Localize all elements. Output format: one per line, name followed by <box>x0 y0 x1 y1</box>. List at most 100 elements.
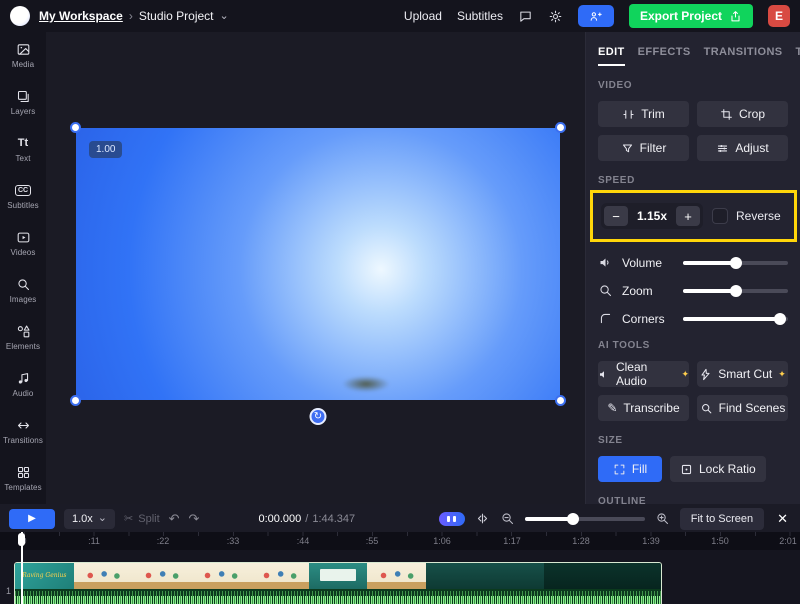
volume-icon <box>598 255 613 270</box>
sidebar-item-transitions[interactable]: Transitions <box>0 408 46 455</box>
timeline-markers-toggle-icon[interactable] <box>439 512 465 526</box>
playhead-handle[interactable] <box>18 533 25 546</box>
editor-canvas[interactable]: 1.00 ↻ <box>46 32 585 504</box>
filter-button[interactable]: Filter <box>598 135 689 161</box>
breadcrumb-separator-icon: › <box>129 9 133 23</box>
edit-panel: EDIT EFFECTS TRANSITIONS TIMING VIDEO Tr… <box>585 32 800 504</box>
app-logo[interactable] <box>10 6 30 26</box>
workspace-link[interactable]: My Workspace <box>39 9 123 23</box>
resize-handle-bottom-right[interactable] <box>555 395 566 406</box>
speed-decrease-button[interactable]: − <box>604 206 628 226</box>
volume-row: Volume <box>598 255 788 270</box>
volume-slider-knob[interactable] <box>730 257 742 269</box>
tab-edit[interactable]: EDIT <box>598 46 625 66</box>
sparkle-icon: ✦ <box>778 369 786 380</box>
timeline-zoom-slider[interactable] <box>525 517 645 521</box>
sidebar-item-subtitles[interactable]: CC Subtitles <box>0 173 46 220</box>
rotate-handle[interactable]: ↻ <box>310 408 327 425</box>
sidebar-item-layers[interactable]: Layers <box>0 79 46 126</box>
ruler-tick: :44 <box>297 536 310 546</box>
find-scenes-button[interactable]: Find Scenes <box>697 395 788 421</box>
subtitles-button[interactable]: Subtitles <box>457 9 503 23</box>
playback-speed-dropdown[interactable]: 1.0x ⌄ <box>64 509 115 529</box>
clip-thumbnail <box>367 563 426 589</box>
clip-handles-icon[interactable] <box>475 511 490 526</box>
corners-slider-knob[interactable] <box>774 313 786 325</box>
clean-audio-button[interactable]: Clean Audio ✦ <box>598 361 689 387</box>
fill-button[interactable]: Fill <box>598 456 662 482</box>
timeline-zoom-in-icon[interactable] <box>655 511 670 526</box>
section-ai-tools: AI TOOLS <box>598 340 788 351</box>
share-icon <box>729 10 742 23</box>
redo-button[interactable]: ↷ <box>189 511 200 527</box>
corners-slider[interactable] <box>683 317 788 321</box>
trim-button[interactable]: Trim <box>598 101 689 127</box>
zoom-slider-knob[interactable] <box>730 285 742 297</box>
crop-button[interactable]: Crop <box>697 101 788 127</box>
timeline: 0 :11 :22 :33 :44 :55 1:06 1:17 1:28 1:3… <box>0 532 800 604</box>
transcribe-button[interactable]: ✎ Transcribe <box>598 395 689 421</box>
corners-icon <box>598 311 613 326</box>
timeline-zoom-knob[interactable] <box>567 513 579 525</box>
find-scenes-icon <box>700 402 713 415</box>
image-search-icon <box>16 277 31 292</box>
smart-cut-button[interactable]: Smart Cut ✦ <box>697 361 788 387</box>
fit-to-screen-button[interactable]: Fit to Screen <box>680 508 764 530</box>
corners-row: Corners <box>598 311 788 326</box>
play-button[interactable]: ▶ <box>9 509 55 529</box>
left-sidebar: Media Layers Tt Text CC Subtitles Videos <box>0 32 46 504</box>
video-layer[interactable]: 1.00 ↻ <box>76 128 560 400</box>
video-clip[interactable]: Raving Genius <box>14 562 662 604</box>
clip-thumbnail <box>250 563 309 589</box>
tab-transitions[interactable]: TRANSITIONS <box>704 46 783 66</box>
section-speed: SPEED <box>598 175 788 186</box>
tab-effects[interactable]: EFFECTS <box>638 46 691 66</box>
top-bar: My Workspace › Studio Project ⌄ Upload S… <box>0 0 800 32</box>
sidebar-item-text[interactable]: Tt Text <box>0 126 46 173</box>
ruler-tick: :22 <box>157 536 170 546</box>
section-size: SIZE <box>598 435 788 446</box>
sidebar-item-videos[interactable]: Videos <box>0 220 46 267</box>
volume-slider[interactable] <box>683 261 788 265</box>
chevron-down-icon[interactable]: ⌄ <box>220 11 229 22</box>
clip-thumbnail <box>132 563 191 589</box>
close-icon[interactable]: ✕ <box>774 511 791 527</box>
zoom-slider[interactable] <box>683 289 788 293</box>
scissors-icon: ✂ <box>124 512 133 525</box>
lock-ratio-icon <box>680 463 693 476</box>
lock-ratio-button[interactable]: Lock Ratio <box>670 456 766 482</box>
invite-collaborators-button[interactable] <box>578 5 614 27</box>
clip-thumbnail <box>426 563 485 589</box>
upload-button[interactable]: Upload <box>404 9 442 23</box>
user-avatar[interactable]: E <box>768 5 790 27</box>
adjust-button[interactable]: Adjust <box>697 135 788 161</box>
comments-icon[interactable] <box>518 9 533 24</box>
audio-note-icon <box>16 371 31 386</box>
timeline-zoom-out-icon[interactable] <box>500 511 515 526</box>
clip-thumbnail <box>309 563 368 589</box>
ruler-tick: :11 <box>88 536 100 546</box>
sidebar-item-images[interactable]: Images <box>0 267 46 314</box>
tab-timing[interactable]: TIMING <box>796 46 800 66</box>
speed-stepper: − 1.15x + <box>601 203 703 229</box>
sidebar-item-audio[interactable]: Audio <box>0 361 46 408</box>
trim-icon <box>622 108 635 121</box>
undo-button[interactable]: ↶ <box>169 511 180 527</box>
sidebar-item-templates[interactable]: Templates <box>0 455 46 502</box>
settings-gear-icon[interactable] <box>548 9 563 24</box>
resize-handle-top-left[interactable] <box>70 122 81 133</box>
resize-handle-top-right[interactable] <box>555 122 566 133</box>
sidebar-item-media[interactable]: Media <box>0 32 46 79</box>
reverse-checkbox[interactable] <box>712 208 728 224</box>
speed-highlight-box: − 1.15x + Reverse <box>590 190 797 242</box>
sidebar-item-more[interactable] <box>0 502 46 504</box>
zoom-icon <box>598 283 613 298</box>
video-content-detail <box>342 376 390 392</box>
split-button[interactable]: ✂ Split <box>124 512 160 525</box>
resize-handle-bottom-left[interactable] <box>70 395 81 406</box>
timeline-ruler[interactable]: 0 :11 :22 :33 :44 :55 1:06 1:17 1:28 1:3… <box>0 532 800 550</box>
chevron-down-icon: ⌄ <box>98 513 107 524</box>
export-project-button[interactable]: Export Project <box>629 4 753 28</box>
speed-increase-button[interactable]: + <box>676 206 700 226</box>
sidebar-item-elements[interactable]: Elements <box>0 314 46 361</box>
